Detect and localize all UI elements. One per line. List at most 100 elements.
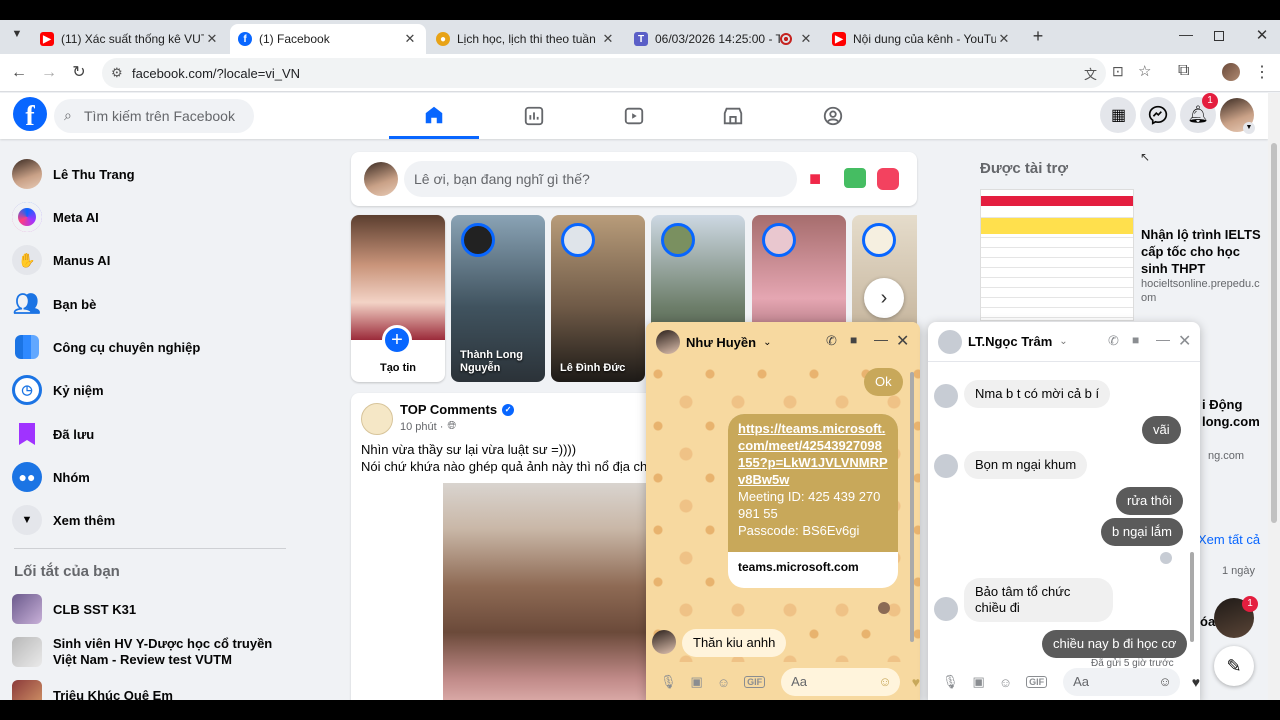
ad2-title[interactable]: long.com xyxy=(1202,414,1260,429)
search-input[interactable]: ⌕ Tìm kiếm trên Facebook xyxy=(54,99,254,133)
story-card[interactable]: Lê Đình Đức xyxy=(551,215,645,382)
back-button[interactable]: ← xyxy=(8,62,30,84)
quick-reaction-icon[interactable]: ♥ xyxy=(1192,674,1200,690)
site-info-icon[interactable]: ⚙ xyxy=(111,65,123,81)
image-icon[interactable]: ▣ xyxy=(691,674,703,690)
avatar[interactable] xyxy=(652,630,676,654)
gif-icon[interactable]: GIF xyxy=(744,676,766,688)
chat-scrollbar[interactable] xyxy=(910,372,914,642)
sidebar-item-profile[interactable]: Lê Thu Trang xyxy=(12,156,135,192)
browser-tab[interactable]: ● Lịch học, lịch thi theo tuần ✕ xyxy=(428,24,624,54)
bookmark-star-icon[interactable]: ☆ xyxy=(1138,62,1151,80)
nav-video[interactable] xyxy=(589,93,679,139)
photo-icon[interactable] xyxy=(844,168,866,188)
nav-home[interactable] xyxy=(389,93,479,139)
mic-icon[interactable]: 🎙︎ xyxy=(660,674,677,690)
browser-tab[interactable]: ▶ Nội dung của kênh - YouTube S ✕ xyxy=(824,24,1020,54)
extensions-icon[interactable]: ⧉ xyxy=(1178,62,1189,80)
phone-icon[interactable]: ✆ xyxy=(1108,333,1119,349)
close-window-button[interactable]: ✕ xyxy=(1252,26,1272,46)
avatar[interactable] xyxy=(938,329,962,354)
translate-icon[interactable]: 文 xyxy=(1084,64,1097,83)
video-call-icon[interactable]: ■ xyxy=(850,333,857,347)
sidebar-item-friends[interactable]: 👥︎ Bạn bè xyxy=(12,286,96,322)
sidebar-item-see-more[interactable]: ▼ Xem thêm xyxy=(12,502,115,538)
sidebar-item-saved[interactable]: Đã lưu xyxy=(12,416,94,452)
emoji-icon[interactable]: ☺ xyxy=(1158,668,1171,696)
install-app-icon[interactable]: ⊡ xyxy=(1112,63,1124,80)
stories-next-button[interactable]: › xyxy=(864,278,904,318)
add-story-icon[interactable]: + xyxy=(382,325,412,355)
facebook-logo[interactable]: f xyxy=(13,97,47,132)
sidebar-item-pro-tools[interactable]: Công cụ chuyên nghiệp xyxy=(12,329,200,365)
sidebar-item-meta-ai[interactable]: Meta AI xyxy=(12,199,99,235)
image-icon[interactable]: ▣ xyxy=(973,674,985,690)
new-message-button[interactable]: ✎ xyxy=(1214,646,1254,686)
story-card[interactable]: Thành Long Nguyễn xyxy=(451,215,545,382)
close-tab-icon[interactable]: ✕ xyxy=(996,31,1012,47)
message-input[interactable]: Aa ☺ xyxy=(1063,668,1180,696)
reload-button[interactable]: ↻ xyxy=(68,62,90,84)
minimize-button[interactable]: — xyxy=(1176,26,1196,46)
video-call-icon[interactable]: ■ xyxy=(1132,333,1139,347)
close-chat-icon[interactable]: ✕ xyxy=(1178,331,1191,351)
create-story-card[interactable]: + Tạo tin xyxy=(351,215,445,382)
sidebar-item-manus-ai[interactable]: ✋ Manus AI xyxy=(12,242,110,278)
meeting-link[interactable]: https://teams.microsoft.com/meet/4254392… xyxy=(738,420,888,488)
close-tab-icon[interactable]: ✕ xyxy=(798,31,814,47)
minimize-chat-icon[interactable]: — xyxy=(874,331,888,347)
chat-contact-name[interactable]: Như Huyền xyxy=(686,335,756,350)
sidebar-item-groups[interactable]: ●● Nhóm xyxy=(12,459,90,495)
close-tab-icon[interactable]: ✕ xyxy=(204,31,220,47)
chevron-down-icon[interactable]: ⌄ xyxy=(1059,336,1067,347)
chevron-down-icon[interactable]: ⌄ xyxy=(763,337,771,348)
shortcut-item[interactable]: Sinh viên HV Y-Dược học cổ truyền Việt N… xyxy=(12,634,282,670)
avatar[interactable] xyxy=(656,330,680,354)
close-tab-icon[interactable]: ✕ xyxy=(402,31,418,47)
nav-groups[interactable] xyxy=(788,93,878,139)
browser-menu-icon[interactable]: ⋮ xyxy=(1254,62,1270,82)
message-input[interactable]: Aa ☺ xyxy=(781,668,900,696)
sticker-icon[interactable]: ☺ xyxy=(999,675,1012,690)
chat-scrollbar[interactable] xyxy=(1190,552,1194,642)
ad-title[interactable]: Nhận lộ trình IELTS cấp tốc cho học sinh… xyxy=(1141,226,1261,277)
menu-button[interactable]: ▦ xyxy=(1100,97,1136,133)
close-chat-icon[interactable]: ✕ xyxy=(896,331,909,351)
new-tab-button[interactable]: + xyxy=(1028,26,1048,46)
forward-button[interactable]: → xyxy=(38,62,60,84)
message-link-card[interactable]: https://teams.microsoft.com/meet/4254392… xyxy=(728,414,898,588)
close-tab-icon[interactable]: ✕ xyxy=(600,31,616,47)
nav-dashboard[interactable] xyxy=(489,93,579,139)
browser-tab[interactable]: T 06/03/2026 14:25:00 - Tin nh ✕ xyxy=(626,24,822,54)
post-time[interactable]: 10 phút · 🌐︎ xyxy=(400,420,456,433)
shortcut-item[interactable]: Triệu Khúc Quê Em xyxy=(12,677,173,700)
profile-avatar[interactable] xyxy=(1222,63,1240,81)
browser-tab[interactable]: ▶ (11) Xác suất thống kê VUTM, x ✕ xyxy=(32,24,228,54)
sidebar-item-memories[interactable]: ◷ Kỷ niệm xyxy=(12,372,104,408)
shortcut-item[interactable]: CLB SST K31 xyxy=(12,591,136,627)
chat-contact-name[interactable]: LT.Ngọc Trâm xyxy=(968,334,1052,349)
mic-icon[interactable]: 🎙︎ xyxy=(942,674,959,690)
nav-marketplace[interactable] xyxy=(688,93,778,139)
reel-icon[interactable] xyxy=(877,168,899,190)
minimize-chat-icon[interactable]: — xyxy=(1156,331,1170,347)
composer-input[interactable]: Lê ơi, bạn đang nghĩ gì thế? xyxy=(404,161,797,197)
emoji-icon[interactable]: ☺ xyxy=(878,668,891,696)
ad2-title[interactable]: i Động xyxy=(1202,397,1242,412)
browser-tab-active[interactable]: f (1) Facebook ✕ xyxy=(230,24,426,54)
maximize-button[interactable] xyxy=(1214,31,1224,41)
messenger-button[interactable] xyxy=(1140,97,1176,133)
tab-search-icon[interactable]: ▼ xyxy=(8,28,26,46)
address-bar[interactable]: ⚙ facebook.com/?locale=vi_VN 文 ⊡ ☆ xyxy=(102,58,1151,88)
grid-menu-icon: ▦ xyxy=(1110,107,1126,124)
gif-icon[interactable]: GIF xyxy=(1026,676,1048,688)
sticker-icon[interactable]: ☺ xyxy=(717,675,730,690)
phone-icon[interactable]: ✆ xyxy=(826,333,837,349)
page-scrollbar[interactable] xyxy=(1268,93,1280,700)
ad-image[interactable] xyxy=(980,189,1134,321)
live-video-icon[interactable]: ■ xyxy=(809,167,833,191)
page-avatar[interactable] xyxy=(361,403,393,435)
quick-reaction-icon[interactable]: ♥ xyxy=(912,674,920,690)
post-author[interactable]: TOP Comments ✓ xyxy=(400,402,515,417)
see-all-link[interactable]: Xem tất cả xyxy=(1198,532,1260,547)
